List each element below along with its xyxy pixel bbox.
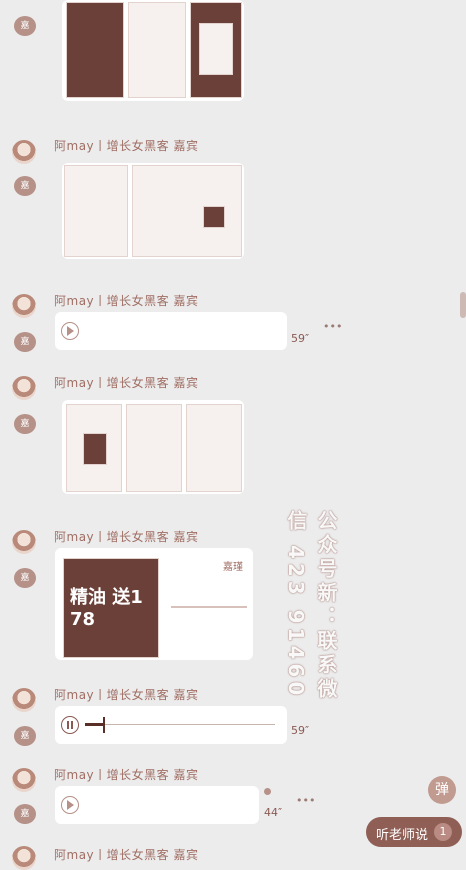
progress-fill — [85, 723, 105, 726]
product-photo — [83, 433, 107, 465]
avatar[interactable] — [12, 688, 36, 712]
more-icon[interactable]: ••• — [323, 320, 342, 333]
promo-brand: 嘉瑾 — [223, 562, 243, 573]
listen-teacher-button[interactable]: 听老师说 1 — [366, 817, 462, 847]
promo-text-line — [171, 606, 247, 608]
watermark-line-1: 公众号新：联系微 — [314, 510, 338, 702]
promo-headline: 精油 送1 78 — [70, 587, 143, 630]
avatar[interactable] — [12, 376, 36, 400]
avatar-badge: 嘉 — [14, 16, 36, 36]
voice-message-1[interactable] — [55, 312, 287, 350]
image-message-2[interactable] — [62, 163, 244, 259]
avatar[interactable] — [12, 530, 36, 554]
avatar-badge: 嘉 — [14, 332, 36, 352]
sender-name: 阿may丨增长女黑客 嘉宾 — [54, 139, 199, 153]
avatar-badge: 嘉 — [14, 414, 36, 434]
listen-label: 听老师说 — [376, 828, 429, 843]
sender-name: 阿may丨增长女黑客 嘉宾 — [54, 768, 199, 782]
promo-photo: 精油 送1 78 — [63, 558, 159, 658]
qr-card — [199, 23, 233, 75]
progress-track[interactable] — [85, 724, 275, 725]
voice-duration: 59″ — [291, 332, 310, 345]
voice-message-2[interactable] — [55, 706, 287, 744]
sender-name: 阿may丨增长女黑客 嘉宾 — [54, 376, 199, 390]
voice-duration: 44″ — [264, 806, 283, 819]
scroll-indicator[interactable] — [460, 292, 466, 318]
screenshot-thumb — [126, 404, 182, 492]
watermark-line-2: 信 423 91460 — [284, 510, 308, 700]
unread-dot — [264, 788, 271, 795]
avatar[interactable] — [12, 768, 36, 792]
qr-code — [203, 206, 225, 228]
voice-duration: 59″ — [291, 724, 310, 737]
screenshot-thumb — [186, 404, 242, 492]
image-message-4[interactable]: 精油 送1 78 嘉瑾 — [55, 548, 253, 660]
avatar[interactable] — [12, 294, 36, 318]
play-icon[interactable] — [61, 322, 79, 340]
sender-name: 阿may丨增长女黑客 嘉宾 — [54, 530, 199, 544]
sender-name: 阿may丨增长女黑客 嘉宾 — [54, 848, 199, 862]
image-message-3[interactable] — [62, 400, 244, 494]
pause-icon[interactable] — [61, 716, 79, 734]
image-message-1[interactable] — [62, 0, 244, 101]
listen-count-badge: 1 — [434, 823, 452, 841]
avatar-badge: 嘉 — [14, 726, 36, 746]
avatar[interactable] — [12, 140, 36, 164]
voice-message-3[interactable] — [55, 786, 259, 824]
sender-name: 阿may丨增长女黑客 嘉宾 — [54, 294, 199, 308]
avatar-badge: 嘉 — [14, 568, 36, 588]
more-icon[interactable]: ••• — [296, 794, 315, 807]
screenshot-thumb — [66, 2, 124, 98]
screenshot-thumb — [190, 2, 242, 98]
screenshot-thumb — [132, 165, 242, 257]
danmu-button[interactable]: 弹 — [428, 776, 456, 804]
progress-handle[interactable] — [103, 717, 105, 733]
play-icon[interactable] — [61, 796, 79, 814]
sender-name: 阿may丨增长女黑客 嘉宾 — [54, 688, 199, 702]
avatar-badge: 嘉 — [14, 176, 36, 196]
screenshot-thumb — [128, 2, 186, 98]
avatar-badge: 嘉 — [14, 804, 36, 824]
screenshot-thumb — [66, 404, 122, 492]
screenshot-thumb — [64, 165, 128, 257]
avatar[interactable] — [12, 846, 36, 870]
